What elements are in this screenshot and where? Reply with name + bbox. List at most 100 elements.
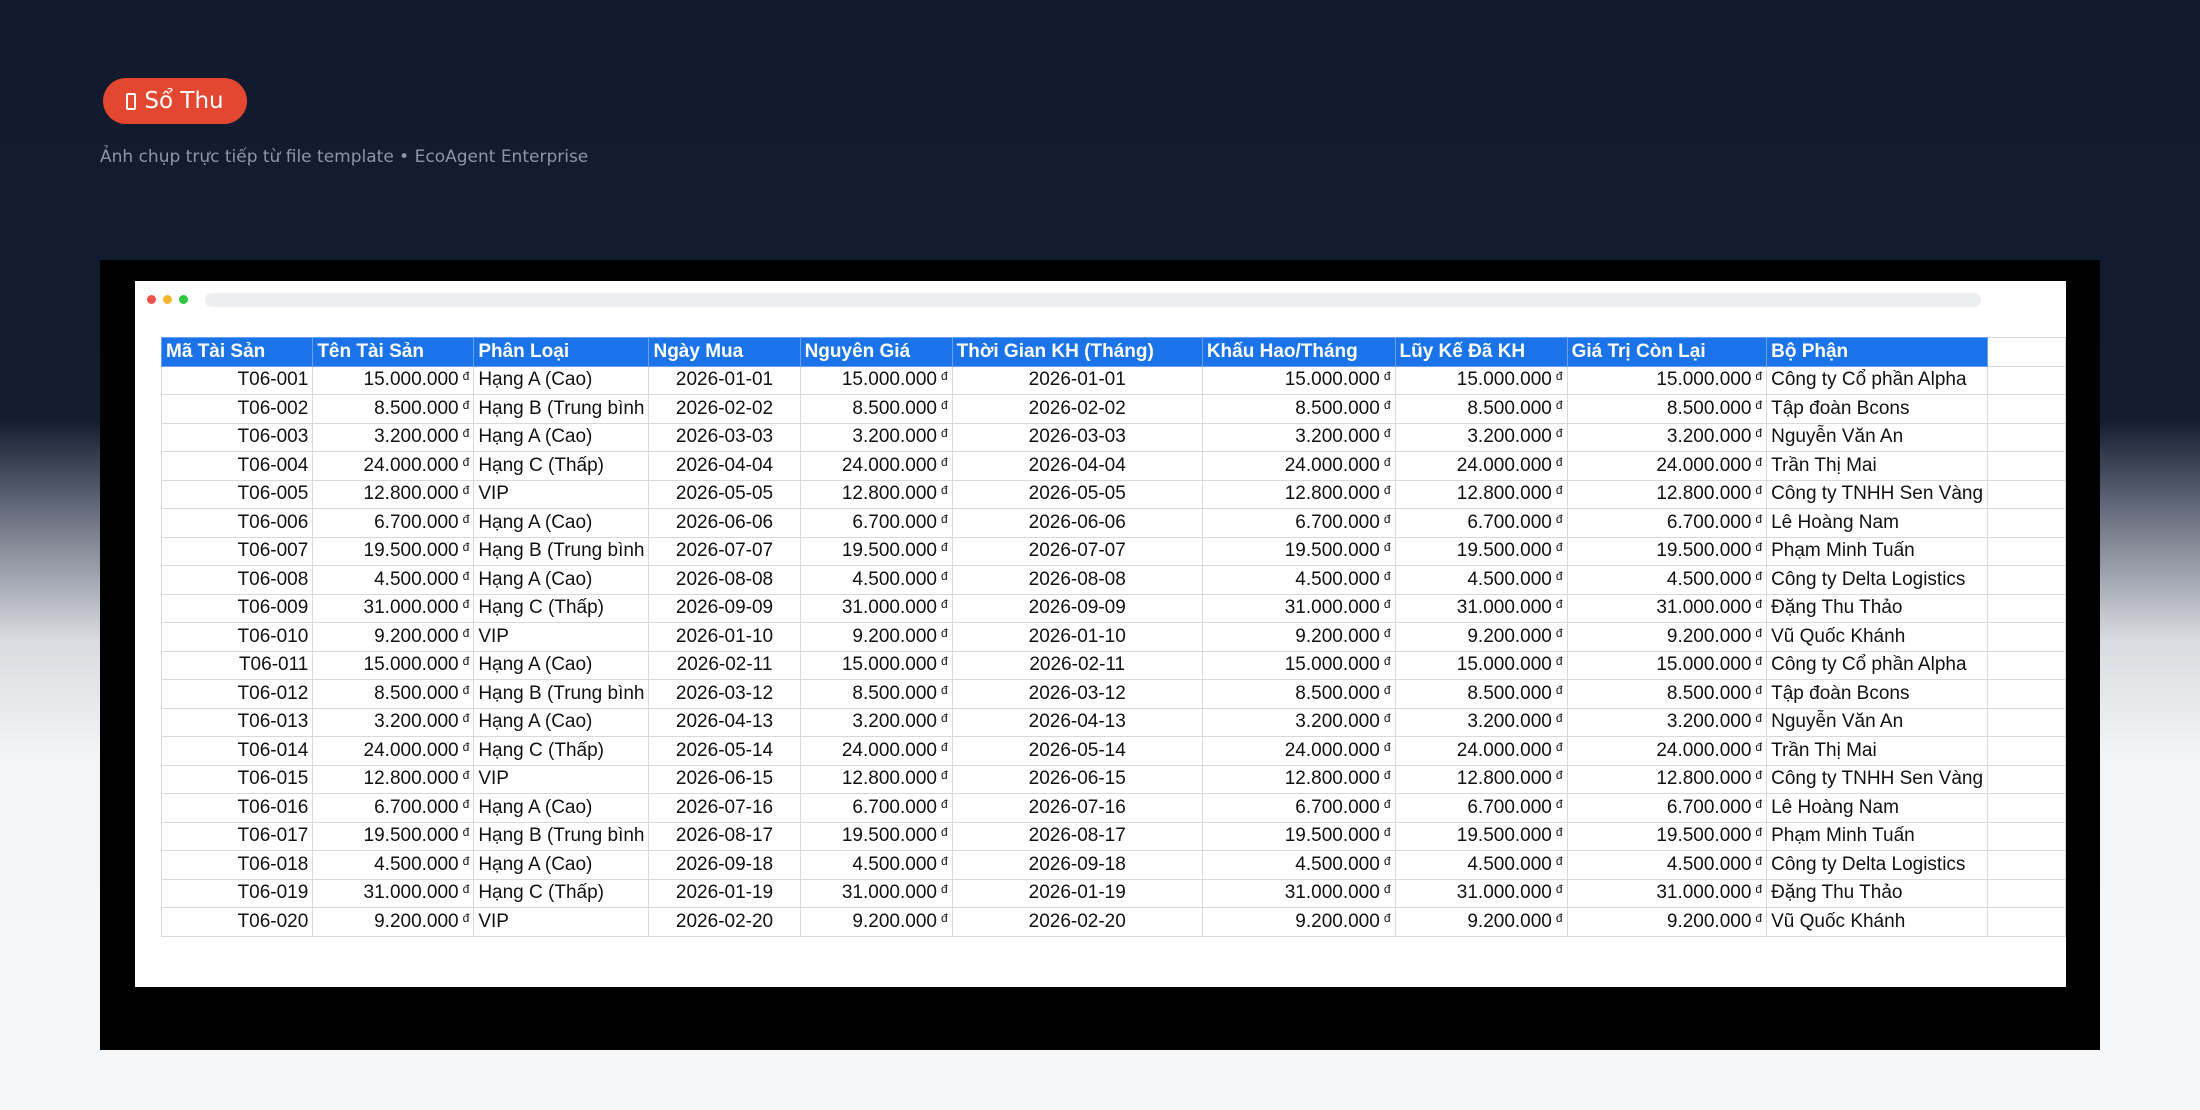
table-cell[interactable]: 15.000.000 đ xyxy=(1394,365,1568,395)
table-cell[interactable]: 2026-01-01 xyxy=(951,365,1203,395)
table-cell[interactable]: 31.000.000 đ xyxy=(799,878,953,908)
table-cell[interactable]: 4.500.000 đ xyxy=(799,565,953,595)
table-cell[interactable]: 31.000.000 đ xyxy=(1201,878,1396,908)
table-cell[interactable]: T06-007 xyxy=(160,536,314,566)
empty-cell[interactable] xyxy=(1987,337,2066,367)
table-cell[interactable]: 6.700.000 đ xyxy=(1394,793,1568,823)
table-cell[interactable]: 9.200.000 đ xyxy=(312,622,475,652)
table-cell[interactable]: 4.500.000 đ xyxy=(312,850,475,880)
table-cell[interactable]: 8.500.000 đ xyxy=(312,394,475,424)
empty-cell[interactable] xyxy=(1987,479,2066,509)
table-cell[interactable]: 19.500.000 đ xyxy=(1394,821,1568,851)
table-cell[interactable]: 15.000.000 đ xyxy=(1566,365,1768,395)
table-cell[interactable]: 4.500.000 đ xyxy=(1201,565,1396,595)
table-cell[interactable]: Hạng A (Cao) xyxy=(473,565,650,595)
table-cell[interactable]: 8.500.000 đ xyxy=(1566,679,1768,709)
table-cell[interactable]: 12.800.000 đ xyxy=(312,764,475,794)
column-header[interactable]: Tên Tài Sản xyxy=(312,337,475,367)
empty-cell[interactable] xyxy=(1987,764,2066,794)
table-cell[interactable]: 12.800.000 đ xyxy=(1394,764,1568,794)
table-cell[interactable]: 31.000.000 đ xyxy=(312,878,475,908)
column-header[interactable]: Ngày Mua xyxy=(648,337,801,367)
table-cell[interactable]: Hạng A (Cao) xyxy=(473,508,650,538)
table-cell[interactable]: 3.200.000 đ xyxy=(312,707,475,737)
table-cell[interactable]: Công ty Cổ phần Alpha xyxy=(1766,650,1989,680)
table-cell[interactable]: 15.000.000 đ xyxy=(312,650,475,680)
empty-cell[interactable] xyxy=(1987,679,2066,709)
empty-cell[interactable] xyxy=(1987,650,2066,680)
table-cell[interactable]: Đặng Thu Thảo xyxy=(1766,593,1989,623)
table-cell[interactable]: T06-016 xyxy=(160,793,314,823)
table-cell[interactable]: 9.200.000 đ xyxy=(1394,622,1568,652)
column-header[interactable]: Nguyên Giá xyxy=(799,337,953,367)
table-cell[interactable]: T06-002 xyxy=(160,394,314,424)
table-cell[interactable]: 15.000.000 đ xyxy=(312,365,475,395)
table-cell[interactable]: 2026-05-14 xyxy=(951,736,1203,766)
empty-cell[interactable] xyxy=(1987,565,2066,595)
table-cell[interactable]: 19.500.000 đ xyxy=(1201,821,1396,851)
table-cell[interactable]: 2026-02-02 xyxy=(951,394,1203,424)
table-cell[interactable]: 2026-03-12 xyxy=(951,679,1203,709)
table-cell[interactable]: 24.000.000 đ xyxy=(1566,736,1768,766)
table-cell[interactable]: 8.500.000 đ xyxy=(799,679,953,709)
table-cell[interactable]: 8.500.000 đ xyxy=(1201,679,1396,709)
empty-cell[interactable] xyxy=(1987,850,2066,880)
column-header[interactable]: Lũy Kế Đã KH xyxy=(1394,337,1568,367)
table-cell[interactable]: 24.000.000 đ xyxy=(312,736,475,766)
table-cell[interactable]: 19.500.000 đ xyxy=(1201,536,1396,566)
table-cell[interactable]: 2026-02-11 xyxy=(951,650,1203,680)
table-cell[interactable]: 2026-01-10 xyxy=(951,622,1203,652)
table-cell[interactable]: 9.200.000 đ xyxy=(312,907,475,937)
column-header[interactable]: Mã Tài Sản xyxy=(160,337,314,367)
empty-cell[interactable] xyxy=(1987,394,2066,424)
table-cell[interactable]: 2026-02-20 xyxy=(951,907,1203,937)
table-cell[interactable]: 2026-01-19 xyxy=(648,878,801,908)
table-cell[interactable]: 6.700.000 đ xyxy=(312,508,475,538)
table-cell[interactable]: 6.700.000 đ xyxy=(799,793,953,823)
table-cell[interactable]: 8.500.000 đ xyxy=(1394,679,1568,709)
table-cell[interactable]: Nguyễn Văn An xyxy=(1766,422,1989,452)
table-cell[interactable]: 12.800.000 đ xyxy=(1201,479,1396,509)
table-cell[interactable]: 15.000.000 đ xyxy=(799,365,953,395)
empty-cell[interactable] xyxy=(1987,508,2066,538)
table-cell[interactable]: VIP xyxy=(473,479,650,509)
table-cell[interactable]: 31.000.000 đ xyxy=(1394,593,1568,623)
table-cell[interactable]: 6.700.000 đ xyxy=(1394,508,1568,538)
table-cell[interactable]: 24.000.000 đ xyxy=(1394,451,1568,481)
table-cell[interactable]: Hạng A (Cao) xyxy=(473,422,650,452)
table-cell[interactable]: Vũ Quốc Khánh xyxy=(1766,907,1989,937)
empty-cell[interactable] xyxy=(1987,821,2066,851)
table-cell[interactable]: Đặng Thu Thảo xyxy=(1766,878,1989,908)
table-cell[interactable]: Hạng C (Thấp) xyxy=(473,736,650,766)
table-cell[interactable]: 12.800.000 đ xyxy=(799,764,953,794)
table-cell[interactable]: Hạng A (Cao) xyxy=(473,650,650,680)
table-cell[interactable]: 8.500.000 đ xyxy=(799,394,953,424)
table-cell[interactable]: Trần Thị Mai xyxy=(1766,451,1989,481)
table-cell[interactable]: 15.000.000 đ xyxy=(1566,650,1768,680)
empty-cell[interactable] xyxy=(1987,622,2066,652)
table-cell[interactable]: 2026-02-02 xyxy=(648,394,801,424)
table-cell[interactable]: T06-019 xyxy=(160,878,314,908)
table-cell[interactable]: 12.800.000 đ xyxy=(1566,479,1768,509)
table-cell[interactable]: 24.000.000 đ xyxy=(312,451,475,481)
table-cell[interactable]: 2026-02-11 xyxy=(648,650,801,680)
table-cell[interactable]: 19.500.000 đ xyxy=(799,821,953,851)
table-cell[interactable]: Vũ Quốc Khánh xyxy=(1766,622,1989,652)
table-cell[interactable]: 9.200.000 đ xyxy=(799,907,953,937)
table-cell[interactable]: 4.500.000 đ xyxy=(1394,565,1568,595)
table-cell[interactable]: 4.500.000 đ xyxy=(1566,850,1768,880)
table-cell[interactable]: 2026-03-12 xyxy=(648,679,801,709)
table-cell[interactable]: 6.700.000 đ xyxy=(1566,508,1768,538)
table-cell[interactable]: T06-004 xyxy=(160,451,314,481)
table-cell[interactable]: Hạng C (Thấp) xyxy=(473,451,650,481)
table-cell[interactable]: 2026-04-04 xyxy=(951,451,1203,481)
table-cell[interactable]: T06-010 xyxy=(160,622,314,652)
table-cell[interactable]: 3.200.000 đ xyxy=(799,707,953,737)
table-cell[interactable]: VIP xyxy=(473,622,650,652)
table-cell[interactable]: Công ty Cổ phần Alpha xyxy=(1766,365,1989,395)
table-cell[interactable]: 31.000.000 đ xyxy=(1394,878,1568,908)
empty-cell[interactable] xyxy=(1987,593,2066,623)
table-cell[interactable]: T06-020 xyxy=(160,907,314,937)
table-cell[interactable]: 8.500.000 đ xyxy=(1566,394,1768,424)
table-cell[interactable]: 9.200.000 đ xyxy=(1201,622,1396,652)
